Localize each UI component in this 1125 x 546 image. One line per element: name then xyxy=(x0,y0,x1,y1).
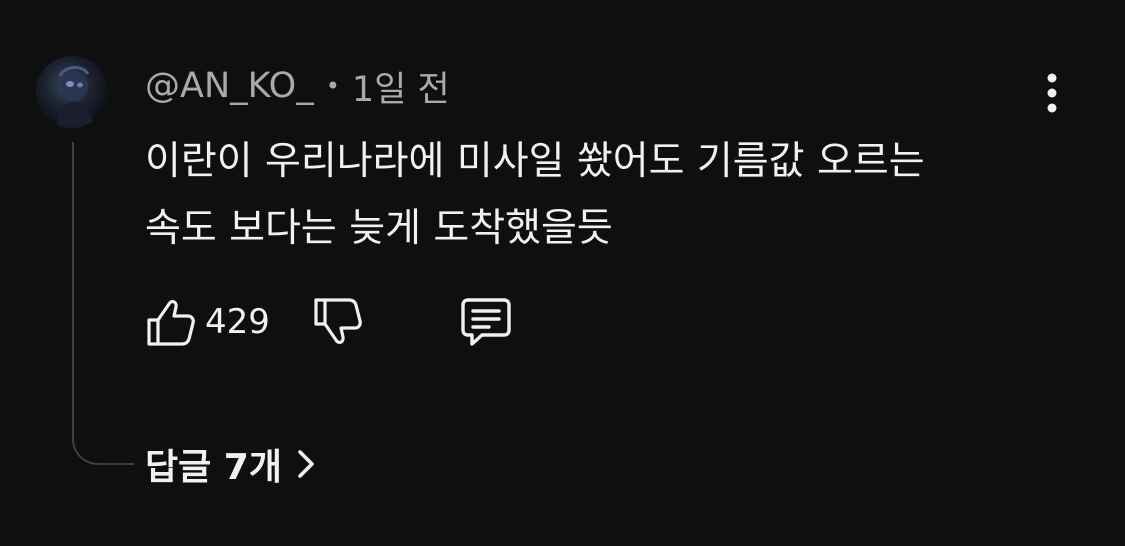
thumbs-down-icon xyxy=(314,298,362,344)
timestamp[interactable]: 1일 전 xyxy=(352,61,450,112)
comment-header: @AN_KO_ • 1일 전 xyxy=(145,64,450,110)
like-button[interactable] xyxy=(145,294,197,350)
more-options-button[interactable] xyxy=(1030,70,1074,118)
reply-button[interactable] xyxy=(458,294,514,350)
view-replies-button[interactable]: 답글 7개 xyxy=(145,436,316,492)
comment-bubble-icon xyxy=(461,298,511,346)
like-count: 429 xyxy=(205,302,270,342)
comment-line-2: 속도 보다는 늦게 도착했을듯 xyxy=(145,206,613,251)
meta-separator: • xyxy=(325,72,340,100)
comment-line-1: 이란이 우리나라에 미사일 쐈어도 기름값 오르는 xyxy=(145,139,925,184)
more-vertical-icon xyxy=(1047,73,1057,113)
avatar[interactable] xyxy=(36,56,108,128)
comment-body: 이란이 우리나라에 미사일 쐈어도 기름값 오르는 속도 보다는 늦게 도착했을… xyxy=(145,128,1095,262)
replies-label: 답글 7개 xyxy=(145,447,282,488)
author-handle[interactable]: @AN_KO_ xyxy=(145,66,314,106)
chevron-right-icon xyxy=(298,450,314,478)
thread-connector-line xyxy=(72,142,134,465)
thumbs-up-icon xyxy=(147,300,195,346)
dislike-button[interactable] xyxy=(312,294,364,350)
comment-actions: 429 xyxy=(145,294,545,350)
